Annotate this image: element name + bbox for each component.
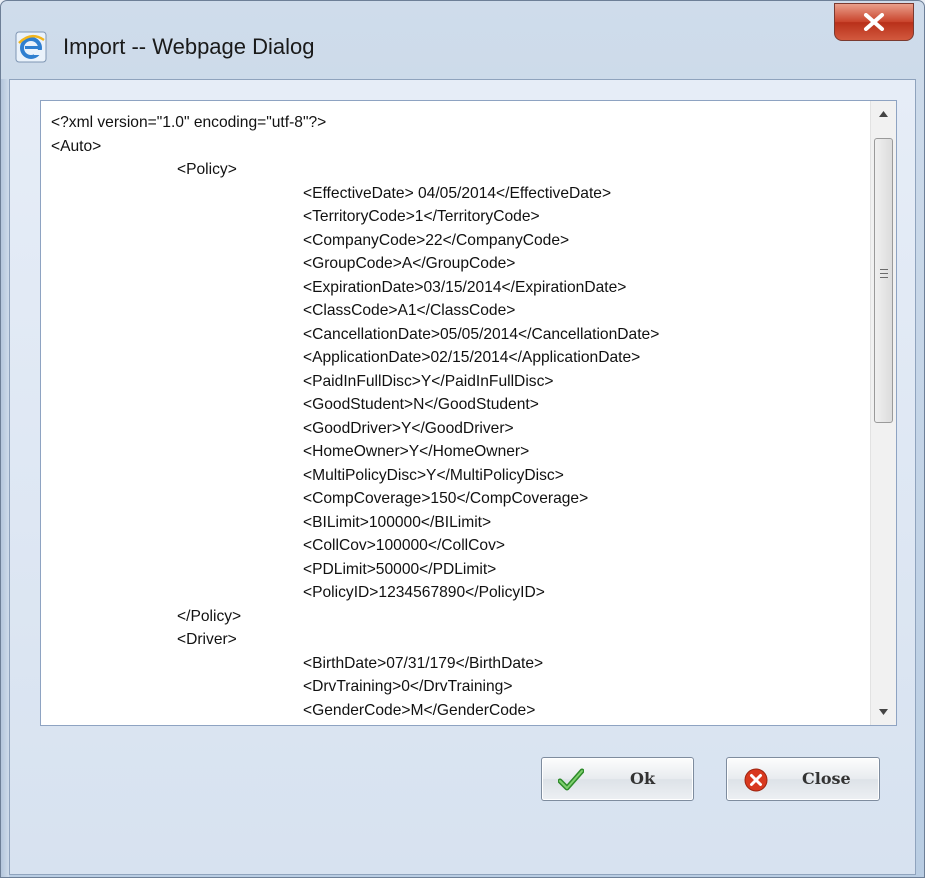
xml-line: <CompCoverage>150</CompCoverage> [303, 490, 589, 507]
internet-explorer-icon [15, 31, 47, 63]
xml-line: <BirthDate>07/31/179</BirthDate> [303, 654, 544, 672]
xml-line: <DrvTraining>0</DrvTraining> [303, 678, 513, 695]
xml-line: </Policy> [177, 607, 242, 625]
dialog-window: Import -- Webpage Dialog <?xml version="… [0, 0, 925, 878]
xml-line: <GroupCode>A</GroupCode> [303, 255, 516, 272]
grip-icon [880, 269, 888, 281]
checkmark-icon [557, 767, 585, 793]
dialog-body: <?xml version="1.0" encoding="utf-8"?> <A… [9, 79, 916, 875]
close-button[interactable]: Close [726, 757, 880, 801]
close-button-label: Close [802, 769, 851, 788]
arrow-down-icon [879, 709, 888, 715]
close-icon [864, 13, 884, 31]
scroll-up-button[interactable] [871, 101, 896, 127]
xml-line: <PolicyID>1234567890</PolicyID> [303, 584, 545, 601]
window-frame-edge [1, 79, 9, 877]
xml-line: <?xml version="1.0" encoding="utf-8"?> [51, 114, 327, 131]
scroll-down-button[interactable] [871, 699, 896, 725]
xml-line: <Policy> [177, 161, 237, 178]
xml-content[interactable]: <?xml version="1.0" encoding="utf-8"?> <A… [41, 101, 870, 725]
window-close-button[interactable] [834, 3, 914, 41]
ok-button[interactable]: Ok [541, 757, 694, 801]
xml-line: <PDLimit>50000</PDLimit> [303, 560, 497, 578]
xml-line: <Auto> [51, 137, 102, 155]
xml-line: <Driver> [177, 631, 237, 648]
ok-button-label: Ok [630, 769, 656, 788]
xml-line: <ClassCode>A1</ClassCode> [303, 302, 516, 319]
window-title: Import -- Webpage Dialog [63, 34, 315, 59]
xml-line: <MultiPolicyDisc>Y</MultiPolicyDisc> [303, 466, 564, 484]
xml-text-area[interactable]: <?xml version="1.0" encoding="utf-8"?> <A… [40, 100, 897, 726]
xml-line: <BILimit>100000</BILimit> [303, 513, 492, 531]
xml-line: <CompanyCode>22</CompanyCode> [303, 231, 570, 249]
scroll-thumb[interactable] [874, 138, 893, 423]
xml-line: <CancellationDate>05/05/2014</Cancellati… [303, 325, 660, 343]
xml-line: <ApplicationDate>02/15/2014</Application… [303, 349, 641, 366]
xml-line: <PaidInFullDisc>Y</PaidInFullDisc> [303, 372, 554, 390]
xml-line: <ExpirationDate>03/15/2014</ExpirationDa… [303, 278, 627, 296]
cancel-x-icon [743, 767, 769, 793]
xml-line: <GenderCode>M</GenderCode> [303, 701, 536, 719]
xml-line: <GoodStudent>N</GoodStudent> [303, 396, 539, 413]
title-bar[interactable]: Import -- Webpage Dialog [1, 1, 924, 79]
arrow-up-icon [879, 111, 888, 117]
vertical-scrollbar[interactable] [870, 101, 896, 725]
xml-line: <TerritoryCode>1</TerritoryCode> [303, 208, 540, 225]
xml-line: <EffectiveDate> 04/05/2014</EffectiveDat… [303, 184, 612, 202]
xml-line: <CollCov>100000</CollCov> [303, 537, 505, 554]
xml-line: <HomeOwner>Y</HomeOwner> [303, 443, 530, 460]
xml-line: <GoodDriver>Y</GoodDriver> [303, 419, 514, 437]
